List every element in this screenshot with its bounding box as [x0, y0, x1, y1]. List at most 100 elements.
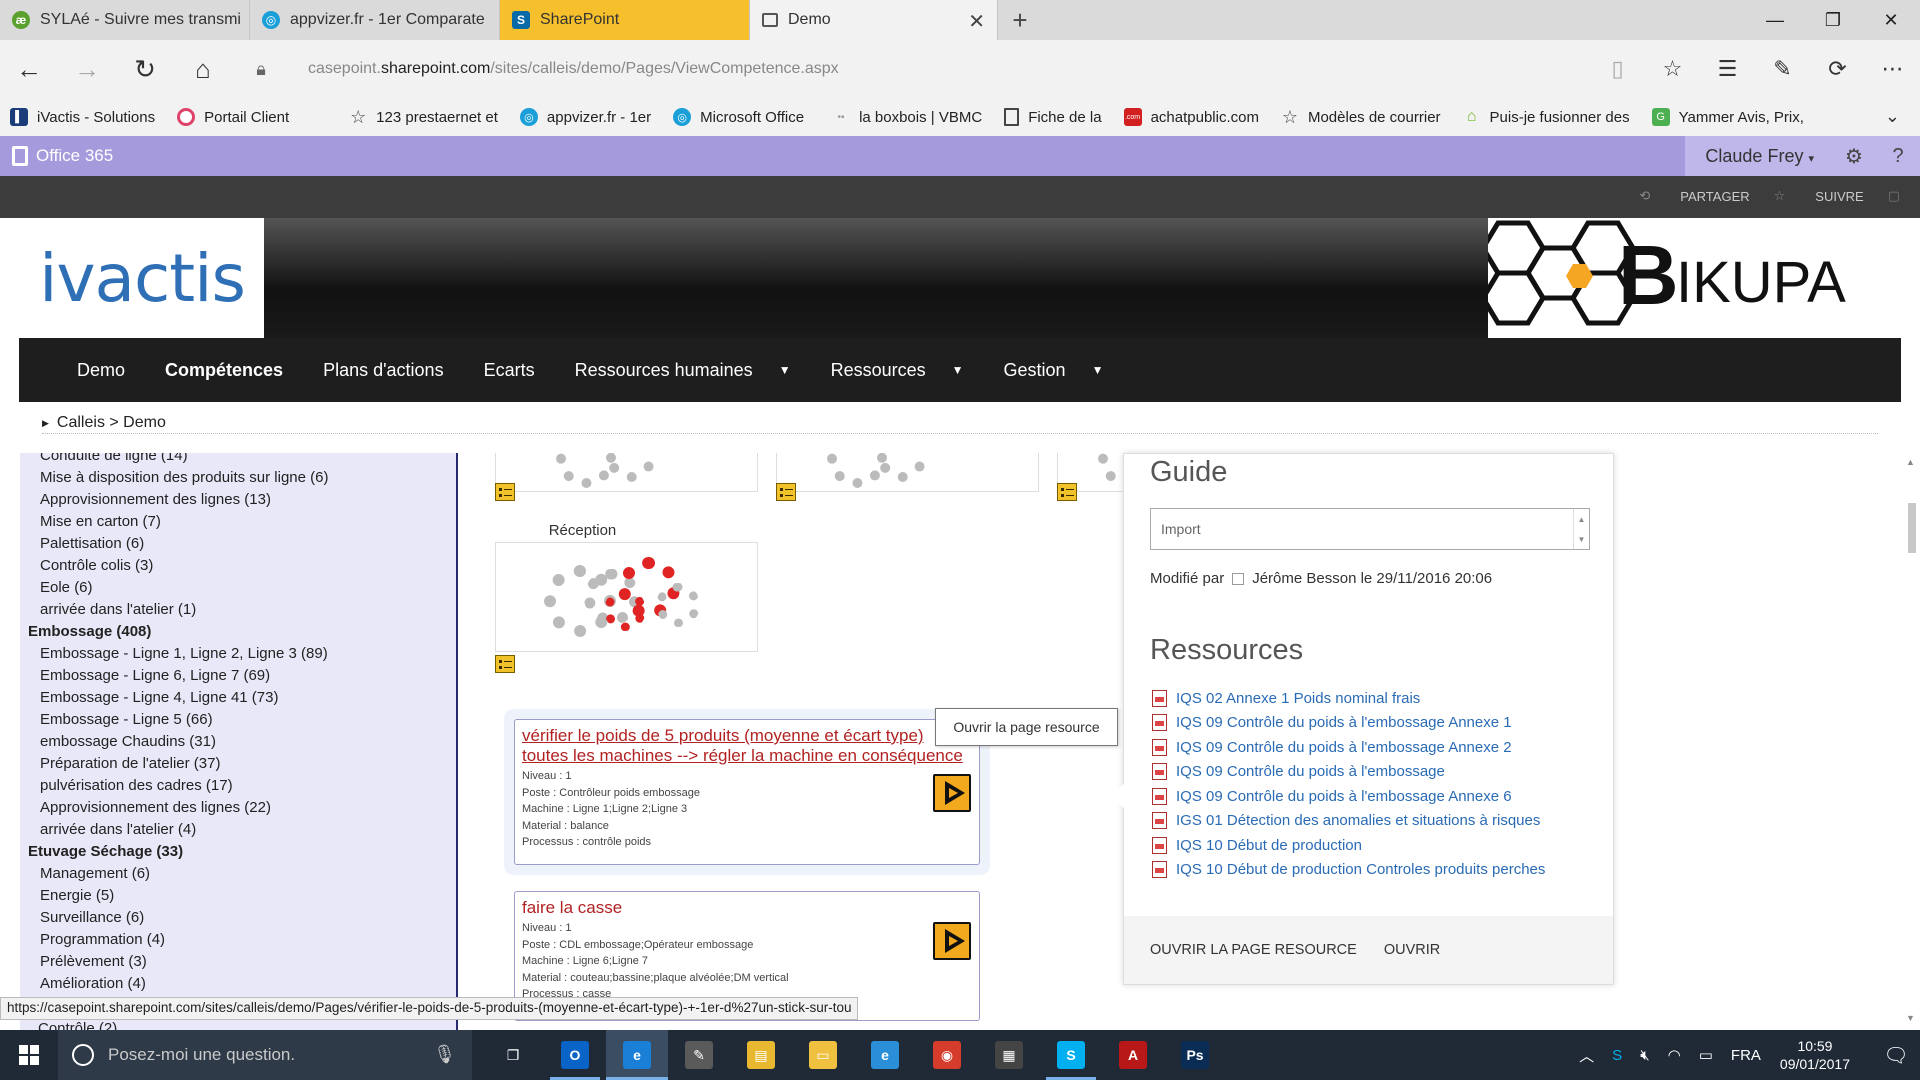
modified-user[interactable]: Jérôme Besson — [1252, 570, 1356, 587]
tree-item[interactable]: Préparation de l'atelier (37) — [20, 753, 456, 775]
fav-yammer[interactable]: G Yammer Avis, Prix, — [1651, 108, 1804, 126]
notifications-icon[interactable]: 🗨︎ — [1872, 1043, 1920, 1068]
fav-fiche[interactable]: Fiche de la — [1004, 108, 1102, 126]
tree-item[interactable]: Approvisionnement des lignes (22) — [20, 797, 456, 819]
spinner-icon[interactable]: ▲ ▼ — [1573, 509, 1589, 549]
focus-icon[interactable]: ▢ — [1888, 188, 1900, 204]
fav-fusionner[interactable]: ⌂ Puis-je fusionner des — [1463, 108, 1630, 126]
cortana-search[interactable]: Posez-moi une question. 🎙︎ — [58, 1030, 472, 1080]
favorite-star-icon[interactable]: ☆ — [1645, 56, 1700, 82]
nav-plans-actions[interactable]: Plans d'actions — [323, 360, 444, 381]
user-menu[interactable]: Claude Frey ▾ — [1685, 146, 1832, 167]
tree-item[interactable]: Energie (5) — [20, 885, 456, 907]
mute-icon[interactable]: 🔇︎ — [1640, 1047, 1649, 1064]
url-field[interactable]: casepoint.sharepoint.com/sites/calleis/d… — [308, 60, 839, 78]
chevron-down-icon[interactable]: ⌄ — [1885, 106, 1900, 127]
new-tab-button[interactable]: + — [998, 0, 1042, 40]
details-icon[interactable] — [1057, 483, 1077, 501]
tree-item[interactable]: Prélèvement (3) — [20, 951, 456, 973]
skype-taskbar-button[interactable]: S — [1040, 1030, 1102, 1080]
reading-view-icon[interactable]: ▯ — [1590, 56, 1645, 82]
nav-ecarts[interactable]: Ecarts — [484, 360, 535, 381]
follow-button[interactable]: ☆ SUIVRE — [1774, 188, 1864, 204]
photoshop-taskbar-button[interactable]: Ps — [1164, 1030, 1226, 1080]
fav-achatpublic[interactable]: .com achatpublic.com — [1123, 108, 1259, 126]
resource-link[interactable]: IQS 09 Contrôle du poids à l'embossage — [1152, 760, 1545, 785]
share-icon[interactable]: ⟳ — [1810, 56, 1865, 82]
tree-item[interactable]: Eole (6) — [20, 577, 456, 599]
hub-icon[interactable]: ☰ — [1700, 56, 1755, 82]
close-tab-icon[interactable]: ✕ — [968, 9, 985, 34]
fav-ivactis[interactable]: ▌ iVactis - Solutions — [10, 108, 155, 126]
fav-office[interactable]: ◎ Microsoft Office — [673, 108, 804, 126]
card-title-link[interactable]: vérifier le poids de 5 produits (moyenne… — [522, 726, 972, 766]
edge-taskbar-button[interactable]: e — [606, 1030, 668, 1080]
resource-link[interactable]: IQS 09 Contrôle du poids à l'embossage A… — [1152, 711, 1545, 736]
tree-item[interactable]: Embossage - Ligne 5 (66) — [20, 709, 456, 731]
share-button[interactable]: ⟲ PARTAGER — [1639, 188, 1749, 204]
card-title-link[interactable]: faire la casse — [522, 898, 972, 918]
tab-sharepoint[interactable]: S SharePoint — [500, 0, 750, 40]
page-scrollbar[interactable]: ▲ ▼ — [1903, 453, 1920, 1030]
tree-item[interactable]: embossage Chaudins (31) — [20, 731, 456, 753]
task-view-taskbar-button[interactable]: ❐ — [482, 1030, 544, 1080]
tile-top-1[interactable] — [495, 453, 758, 492]
chrome-taskbar-button[interactable]: ◉ — [916, 1030, 978, 1080]
tree-item[interactable]: arrivée dans l'atelier (4) — [20, 819, 456, 841]
start-button[interactable] — [0, 1030, 58, 1080]
help-icon[interactable]: ? — [1876, 145, 1920, 168]
restore-icon[interactable]: ❐ — [1804, 0, 1862, 40]
play-icon[interactable] — [933, 922, 971, 960]
tree-item[interactable]: Approvisionnement des lignes (13) — [20, 489, 456, 511]
skype-tray-icon[interactable]: S — [1612, 1047, 1622, 1064]
battery-icon[interactable]: ▭ — [1699, 1046, 1713, 1064]
fav-appvizer[interactable]: ◎ appvizer.fr - 1er — [519, 108, 651, 126]
more-icon[interactable]: ⋯ — [1865, 56, 1920, 82]
tree-item[interactable]: Embossage - Ligne 6, Ligne 7 (69) — [20, 665, 456, 687]
forward-icon[interactable]: → — [58, 40, 116, 98]
nav-competences[interactable]: Compétences — [165, 360, 283, 381]
tree-item[interactable]: arrivée dans l'atelier (1) — [20, 599, 456, 621]
office365-brand[interactable]: Office 365 — [12, 146, 113, 166]
resource-link[interactable]: IQS 02 Annexe 1 Poids nominal frais — [1152, 686, 1545, 711]
language-indicator[interactable]: FRA — [1731, 1047, 1761, 1064]
internet-explorer-taskbar-button[interactable]: e — [854, 1030, 916, 1080]
microphone-icon[interactable]: 🎙︎ — [433, 1044, 456, 1065]
nav-ressources-humaines[interactable]: Ressources humaines ▼ — [575, 360, 791, 381]
competence-card[interactable]: vérifier le poids de 5 produits (moyenne… — [514, 719, 980, 865]
details-icon[interactable] — [776, 483, 796, 501]
fav-123[interactable]: ☆ 123 prestaernet et — [349, 107, 498, 127]
back-icon[interactable]: ← — [0, 40, 58, 98]
tree-item[interactable]: pulvérisation des cadres (17) — [20, 775, 456, 797]
tree-item[interactable]: Management (6) — [20, 863, 456, 885]
resource-link[interactable]: IGS 01 Détection des anomalies et situat… — [1152, 809, 1545, 834]
open-resource-page-button[interactable]: OUVRIR LA PAGE RESOURCE — [1150, 942, 1357, 958]
caret-down-icon[interactable]: ▼ — [779, 363, 791, 377]
acrobat-taskbar-button[interactable]: A — [1102, 1030, 1164, 1080]
tree-item[interactable]: Contrôle colis (3) — [20, 555, 456, 577]
tree-item[interactable]: Mise à disposition des produits sur lign… — [20, 467, 456, 489]
wifi-icon[interactable]: ◠ — [1668, 1046, 1681, 1064]
tile-reception[interactable] — [495, 542, 758, 652]
tree-item[interactable]: Palettisation (6) — [20, 533, 456, 555]
tree-item[interactable]: Programmation (4) — [20, 929, 456, 951]
minimize-icon[interactable]: — — [1746, 0, 1804, 40]
breadcrumb[interactable]: ▶ Calleis > Demo — [42, 414, 166, 432]
calculator-taskbar-button[interactable]: ▦ — [978, 1030, 1040, 1080]
tree-item[interactable]: Surveillance (6) — [20, 907, 456, 929]
tree-item[interactable]: Mise en carton (7) — [20, 511, 456, 533]
play-icon[interactable] — [933, 774, 971, 812]
nav-demo[interactable]: Demo — [77, 360, 125, 381]
open-button[interactable]: OUVRIR — [1384, 942, 1440, 958]
caret-down-icon[interactable]: ▼ — [1092, 363, 1104, 377]
resource-link[interactable]: IQS 09 Contrôle du poids à l'embossage A… — [1152, 735, 1545, 760]
tree-item[interactable]: Amélioration (4) — [20, 973, 456, 995]
file-tool-taskbar-button[interactable]: ▤ — [730, 1030, 792, 1080]
scrollbar-thumb[interactable] — [1908, 503, 1916, 553]
tree-group[interactable]: Embossage (408) — [20, 621, 456, 643]
resource-link[interactable]: IQS 09 Contrôle du poids à l'embossage A… — [1152, 784, 1545, 809]
details-icon[interactable] — [495, 655, 515, 673]
tree-item[interactable]: Embossage - Ligne 1, Ligne 2, Ligne 3 (8… — [20, 643, 456, 665]
tree-group[interactable]: Etuvage Séchage (33) — [20, 841, 456, 863]
nav-ressources[interactable]: Ressources ▼ — [831, 360, 964, 381]
